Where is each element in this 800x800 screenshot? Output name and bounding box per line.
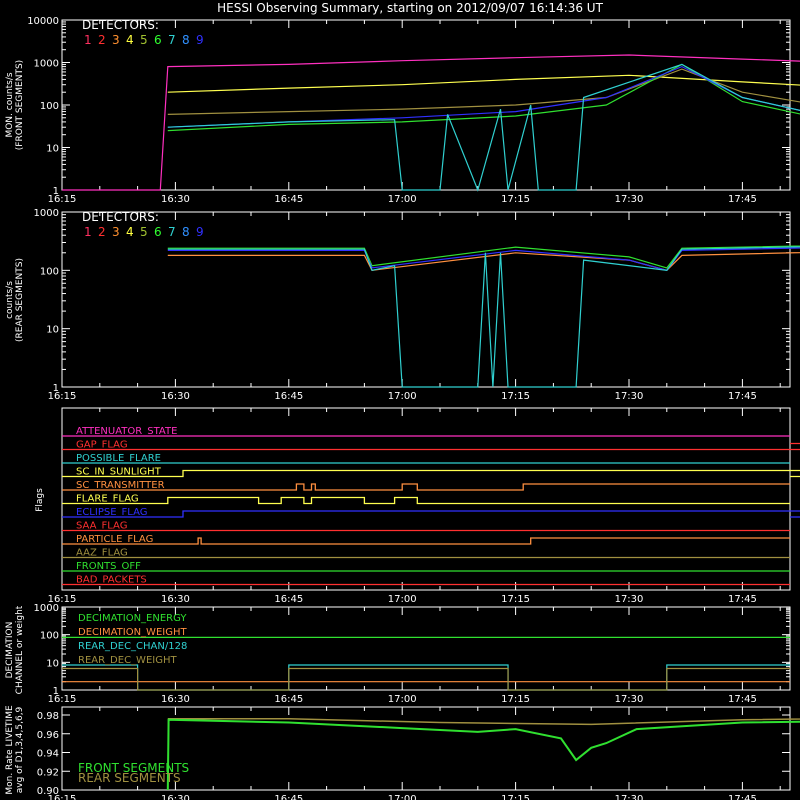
decimation-x-tick-label: 16:30: [161, 694, 190, 705]
rear-y-tick-label: 1000: [34, 208, 59, 219]
front-y-tick-label: 10: [46, 144, 59, 155]
front-detector-number: 6: [154, 33, 162, 47]
front-detectors-label: DETECTORS:: [82, 18, 159, 32]
rear-detector-number: 8: [182, 225, 190, 239]
decimation-y-axis-label: CHANNEL or weight: [15, 605, 25, 694]
front-x-tick-label: 17:00: [388, 194, 417, 205]
front-x-tick-label: 17:45: [728, 194, 757, 205]
rear-x-tick-label: 17:00: [388, 391, 417, 402]
decimation-legend-label: REAR_DEC_WEIGHT: [78, 655, 177, 666]
front-detector-number: 9: [196, 33, 204, 47]
livetime-x-tick-label: 17:45: [728, 794, 757, 800]
decimation-x-tick-label: 17:00: [388, 694, 417, 705]
front-detector-number: 7: [168, 33, 176, 47]
rear-x-tick-label: 17:45: [728, 391, 757, 402]
flag-label: PARTICLE_FLAG: [76, 534, 153, 545]
rear-detector-number: 1: [84, 225, 92, 239]
rear-y-axis-label: counts/s: [5, 281, 15, 319]
front-detector-number: 3: [112, 33, 120, 47]
flag-label: FRONTS_OFF: [76, 561, 141, 572]
decimation-x-tick-label: 17:15: [501, 694, 530, 705]
rear-detector-number: 9: [196, 225, 204, 239]
flags-x-tick-label: 17:00: [388, 594, 417, 605]
front-y-tick-label: 100: [40, 101, 59, 112]
rear-detector-number: 4: [126, 225, 134, 239]
livetime-y-tick-label: 0.92: [37, 767, 59, 778]
flag-label: POSSIBLE_FLARE: [76, 453, 161, 464]
decimation-y-tick-label: 100: [40, 631, 59, 642]
decimation-x-tick-label: 17:45: [728, 694, 757, 705]
livetime-y-tick-label: 0.94: [37, 749, 59, 760]
livetime-y-tick-label: 0.98: [37, 711, 59, 722]
flag-label: BAD_PACKETS: [76, 575, 147, 586]
livetime-legend-label: REAR SEGMENTS: [78, 771, 181, 785]
rear-detector-number: 3: [112, 225, 120, 239]
flags-y-axis-label: Flags: [35, 488, 45, 512]
flag-label: SAA_FLAG: [76, 521, 127, 532]
rear-detectors-label: DETECTORS:: [82, 210, 159, 224]
livetime-y-axis-label: avg of D1,3,4,5,6,9: [15, 706, 25, 793]
flags-x-tick-label: 17:30: [615, 594, 644, 605]
rear-detector-number: 7: [168, 225, 176, 239]
flag-label: FLARE_FLAG: [76, 494, 139, 505]
front-x-tick-label: 16:45: [274, 194, 303, 205]
front-detector-number: 2: [98, 33, 106, 47]
livetime-x-tick-label: 16:45: [274, 794, 303, 800]
decimation-y-tick-label: 10: [46, 658, 59, 669]
decimation-y-tick-label: 1: [53, 686, 59, 697]
front-y-axis-label: MON. counts/s: [5, 72, 15, 137]
decimation-x-tick-label: 16:45: [274, 694, 303, 705]
front-x-tick-label: 17:30: [615, 194, 644, 205]
decimation-x-tick-label: 17:30: [615, 694, 644, 705]
decimation-legend-label: DECIMATION_ENERGY: [78, 613, 187, 624]
rear-x-tick-label: 17:30: [615, 391, 644, 402]
livetime-x-tick-label: 17:15: [501, 794, 530, 800]
flags-x-tick-label: 17:45: [728, 594, 757, 605]
front-detector-number: 1: [84, 33, 92, 47]
front-detector-number: 8: [182, 33, 190, 47]
front-y-axis-label: (FRONT SEGMENTS): [15, 60, 25, 150]
flags-x-tick-label: 16:45: [274, 594, 303, 605]
decimation-y-axis-label: DECIMATION: [5, 622, 15, 679]
front-y-tick-label: 10000: [27, 16, 59, 27]
flag-label: ATTENUATOR_STATE: [76, 426, 177, 437]
rear-y-tick-label: 100: [40, 266, 59, 277]
flag-label: GAP_FLAG: [76, 440, 128, 451]
livetime-x-tick-label: 16:30: [161, 794, 190, 800]
front-y-tick-label: 1: [53, 186, 59, 197]
decimation-legend-label: DECIMATION_WEIGHT: [78, 627, 187, 638]
livetime-y-axis-label: Mon. Rate LIVETIME: [5, 705, 15, 795]
rear-detector-number: 5: [140, 225, 148, 239]
decimation-legend-label: REAR_DEC_CHAN/128: [78, 641, 187, 652]
rear-detector-number: 2: [98, 225, 106, 239]
flag-label: SC_TRANSMITTER: [76, 480, 165, 491]
rear-y-axis-label: (REAR SEGMENTS): [15, 258, 25, 342]
flag-label: SC_IN_SUNLIGHT: [76, 467, 162, 478]
rear-y-tick-label: 10: [46, 325, 59, 336]
front-x-tick-label: 16:30: [161, 194, 190, 205]
chart-title: HESSI Observing Summary, starting on 201…: [217, 1, 603, 15]
livetime-x-tick-label: 17:00: [388, 794, 417, 800]
front-detector-number: 4: [126, 33, 134, 47]
flags-x-tick-label: 16:30: [161, 594, 190, 605]
rear-detector-number: 6: [154, 225, 162, 239]
rear-x-tick-label: 16:45: [274, 391, 303, 402]
rear-y-tick-label: 1: [53, 383, 59, 394]
flag-label: AAZ_FLAG: [76, 548, 128, 559]
front-y-tick-label: 1000: [34, 59, 59, 70]
hessi-summary-chart: HESSI Observing Summary, starting on 201…: [0, 0, 800, 800]
decimation-y-tick-label: 1000: [34, 603, 59, 614]
rear-x-tick-label: 17:15: [501, 391, 530, 402]
front-detector-number: 5: [140, 33, 148, 47]
flags-x-tick-label: 17:15: [501, 594, 530, 605]
livetime-y-tick-label: 0.90: [37, 786, 59, 797]
livetime-x-tick-label: 17:30: [615, 794, 644, 800]
rear-x-tick-label: 16:30: [161, 391, 190, 402]
front-x-tick-label: 17:15: [501, 194, 530, 205]
livetime-y-tick-label: 0.96: [37, 730, 59, 741]
flag-label: ECLIPSE_FLAG: [76, 507, 147, 518]
